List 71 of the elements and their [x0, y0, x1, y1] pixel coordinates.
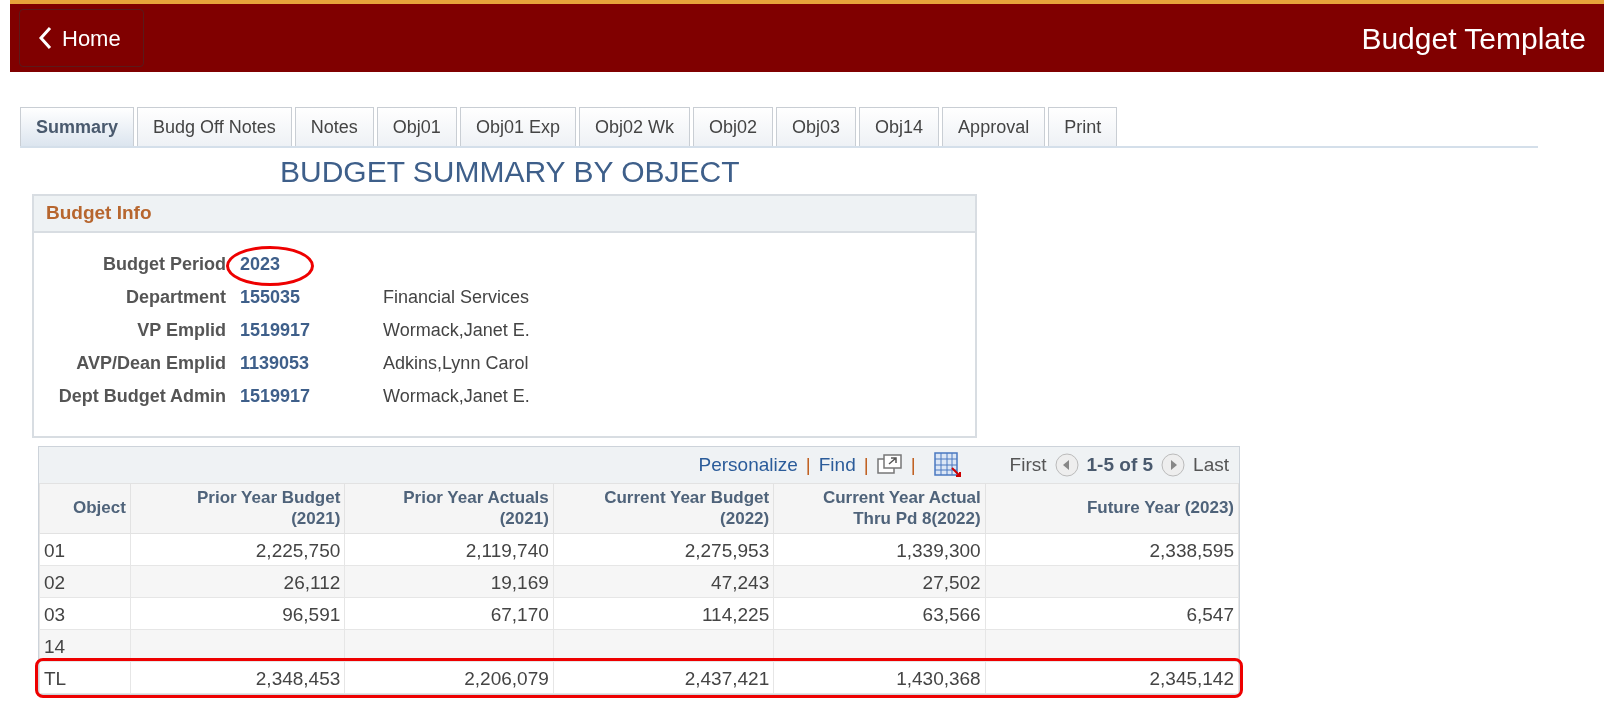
table-cell: 67,170: [344, 597, 554, 630]
field-value: 1139053: [239, 352, 310, 373]
page-range: 1-5 of 5: [1086, 452, 1154, 477]
page-title: BUDGET SUMMARY BY OBJECT: [280, 154, 741, 190]
new-window-icon[interactable]: [876, 454, 903, 476]
home-button[interactable]: Home: [19, 9, 144, 67]
table-cell: 96,591: [130, 597, 345, 630]
separator: |: [805, 452, 811, 477]
table-cell: 2,338,595: [985, 533, 1239, 566]
tab[interactable]: Obj01 Exp: [459, 107, 576, 146]
tab[interactable]: Notes: [294, 107, 374, 146]
back-chevron-icon: [38, 26, 52, 50]
field-value: 1519917: [239, 385, 311, 406]
next-icon[interactable]: [1161, 453, 1186, 477]
table-cell: 02: [39, 565, 131, 598]
table-cell: 01: [39, 533, 131, 566]
field-description: Adkins,Lynn Carol: [383, 352, 529, 373]
tab[interactable]: Obj03: [776, 107, 857, 146]
table-cell: 19,169: [344, 565, 554, 598]
field-label: Department: [124, 285, 226, 309]
separator: |: [910, 452, 916, 477]
column-header: Current Year Budget (2022): [553, 483, 774, 534]
column-header: Prior Year Budget (2021): [130, 483, 345, 534]
field-label: VP Emplid: [136, 318, 226, 342]
last-label: Last: [1193, 452, 1229, 477]
field-value: 155035: [239, 286, 301, 307]
find-link[interactable]: Find: [818, 450, 856, 480]
table-cell: 1,430,368: [773, 661, 986, 694]
table-cell: 2,206,079: [344, 661, 554, 694]
tab[interactable]: Approval: [942, 107, 1046, 146]
page-header-title: Budget Template: [1361, 20, 1586, 57]
field-value: 1519917: [239, 319, 311, 340]
tab[interactable]: Obj02: [692, 107, 773, 146]
table-cell: 1,339,300: [773, 533, 986, 566]
panel-title: Budget Info: [34, 196, 975, 233]
field-label: Budget Period: [102, 252, 226, 276]
grid-download-icon[interactable]: [933, 452, 962, 478]
separator: |: [863, 452, 869, 477]
first-label: First: [1009, 452, 1047, 477]
personalize-link[interactable]: Personalize: [698, 450, 798, 480]
tab[interactable]: Obj01: [376, 107, 457, 146]
tab[interactable]: Summary: [20, 107, 135, 146]
table-cell: 2,437,421: [553, 661, 774, 694]
table-cell: 6,547: [985, 597, 1239, 630]
field-label: Dept Budget Admin: [57, 384, 226, 408]
table-cell: 2,119,740: [344, 533, 554, 566]
table-cell: 2,345,142: [985, 661, 1239, 694]
column-header: Current Year Actual Thru Pd 8(2022): [773, 483, 986, 534]
field-description: Wormack,Janet E.: [383, 319, 530, 340]
column-header: Prior Year Actuals (2021): [344, 483, 554, 534]
table-cell: 2,275,953: [553, 533, 774, 566]
tab[interactable]: Obj14: [859, 107, 940, 146]
field-description: Financial Services: [383, 286, 530, 307]
tab[interactable]: Budg Off Notes: [137, 107, 292, 146]
tab[interactable]: Obj02 Wk: [578, 107, 690, 146]
table-cell: 63,566: [773, 597, 986, 630]
table-cell: 114,225: [553, 597, 774, 630]
column-header: Object: [39, 483, 131, 534]
table-cell: 2,348,453: [130, 661, 345, 694]
field-label: AVP/Dean Emplid: [75, 351, 226, 375]
tab[interactable]: Print: [1048, 107, 1118, 146]
table-cell: 2,225,750: [130, 533, 345, 566]
previous-icon[interactable]: [1054, 453, 1079, 477]
table-cell: TL: [39, 661, 131, 694]
field-value: 2023: [238, 253, 281, 274]
column-header: Future Year (2023): [985, 483, 1239, 534]
table-cell: 03: [39, 597, 131, 630]
table-cell: 27,502: [773, 565, 986, 598]
table-cell: 26,112: [130, 565, 345, 598]
field-description: Wormack,Janet E.: [383, 385, 530, 406]
table-cell: 47,243: [553, 565, 774, 598]
